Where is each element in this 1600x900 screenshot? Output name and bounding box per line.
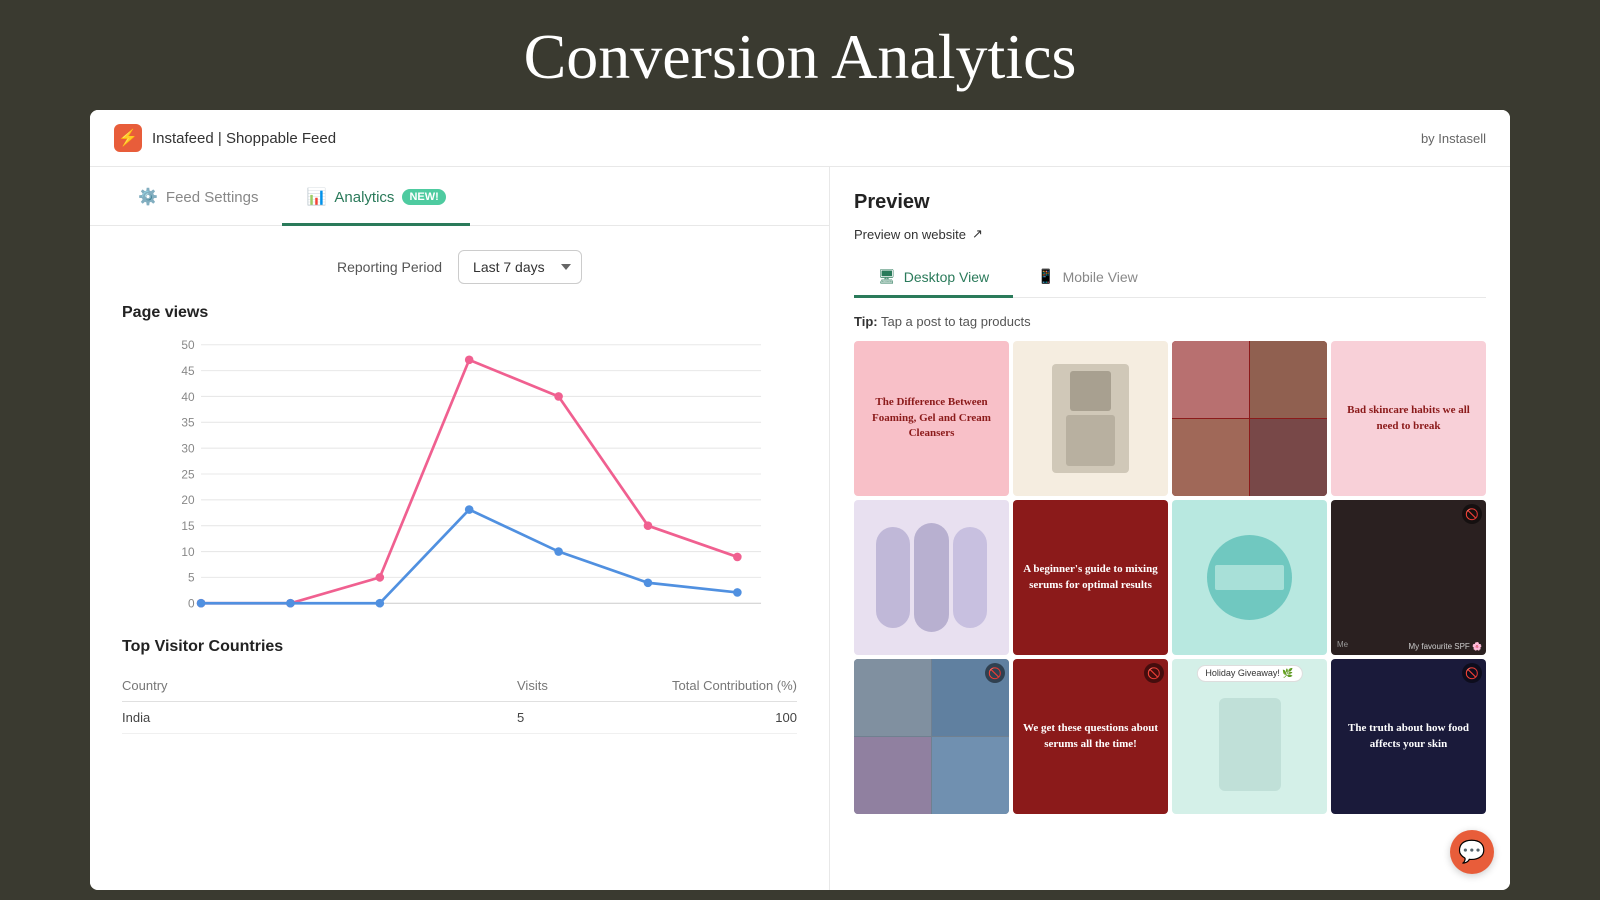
svg-text:50: 50 [181, 338, 195, 352]
desktop-icon: 🖥 [878, 268, 896, 285]
hide-icon-10[interactable]: 🚫 [1144, 663, 1164, 683]
col-contrib-header: Total Contribution (%) [637, 678, 797, 693]
grid-item-11[interactable]: Holiday Giveaway! 🌿 [1172, 659, 1327, 814]
svg-text:35: 35 [181, 416, 195, 430]
analytics-content: Reporting Period Last 7 days Last 30 day… [90, 226, 829, 890]
svg-text:45: 45 [181, 364, 195, 378]
preview-website-label: Preview on website [854, 227, 966, 242]
tabs-bar: ⚙️ Feed Settings 📊 Analytics NEW! [90, 167, 829, 226]
app-title: Instafeed | Shoppable Feed [152, 130, 336, 147]
svg-text:5: 5 [188, 571, 195, 585]
svg-text:10: 10 [181, 545, 195, 559]
country-cell: India [122, 710, 517, 725]
preview-image-grid: The Difference Between Foaming, Gel and … [854, 341, 1486, 814]
tip-content: Tap a post to tag products [881, 314, 1031, 329]
hide-icon-12[interactable]: 🚫 [1462, 663, 1482, 683]
preview-title: Preview [854, 191, 1486, 214]
reporting-period-label: Reporting Period [337, 259, 442, 275]
mobile-tab-label: Mobile View [1063, 269, 1138, 285]
app-container: ⚡ Instafeed | Shoppable Feed by Instasel… [90, 110, 1510, 890]
preview-tab-mobile[interactable]: 📱 Mobile View [1013, 258, 1162, 298]
grid-item-8[interactable]: Me My favourite SPF 🌸 🚫 [1331, 500, 1486, 655]
table-row: India 5 100 [122, 702, 797, 734]
top-countries-section: Top Visitor Countries Country Visits Tot… [122, 638, 797, 734]
grid-item-3[interactable] [1172, 341, 1327, 496]
tip-label: Tip: [854, 314, 878, 329]
hide-icon-9[interactable]: 🚫 [985, 663, 1005, 683]
right-panel: Preview Preview on website ↗ 🖥 Desktop V… [830, 167, 1510, 890]
grid-item-5[interactable] [854, 500, 1009, 655]
grid-item-7[interactable] [1172, 500, 1327, 655]
grid-item-6[interactable]: A beginner's guide to mixing serums for … [1013, 500, 1168, 655]
preview-website-link[interactable]: Preview on website ↗ [854, 226, 1486, 242]
chart-area: 50 45 40 35 30 25 20 15 10 5 0 [122, 334, 797, 614]
svg-text:15: 15 [181, 519, 195, 533]
contrib-cell: 100 [637, 710, 797, 725]
grid-item-12[interactable]: The truth about how food affects your sk… [1331, 659, 1486, 814]
top-countries-title: Top Visitor Countries [122, 638, 797, 656]
grid-item-9[interactable]: 🚫 [854, 659, 1009, 814]
chart-title: Page views [122, 304, 797, 322]
app-body: ⚙️ Feed Settings 📊 Analytics NEW! Report… [90, 167, 1510, 890]
tab-feed-settings-label: Feed Settings [166, 189, 259, 206]
page-title: Conversion Analytics [0, 0, 1600, 110]
svg-text:20: 20 [181, 493, 195, 507]
period-select[interactable]: Last 7 days Last 30 days Last 90 days [458, 250, 582, 284]
grid-item-10[interactable]: We get these questions about serums all … [1013, 659, 1168, 814]
svg-text:40: 40 [181, 390, 195, 404]
holiday-badge: Holiday Giveaway! 🌿 [1196, 665, 1302, 682]
left-panel: ⚙️ Feed Settings 📊 Analytics NEW! Report… [90, 167, 830, 890]
tip-text: Tip: Tap a post to tag products [854, 314, 1486, 329]
desktop-tab-label: Desktop View [904, 269, 989, 285]
chat-button[interactable]: 💬 [1450, 830, 1494, 874]
preview-tab-desktop[interactable]: 🖥 Desktop View [854, 258, 1013, 298]
grid-item-2[interactable] [1013, 341, 1168, 496]
svg-text:25: 25 [181, 467, 195, 481]
app-logo-icon: ⚡ [114, 124, 142, 152]
grid-item-1[interactable]: The Difference Between Foaming, Gel and … [854, 341, 1009, 496]
new-badge: NEW! [402, 189, 445, 205]
by-label: by Instasell [1421, 131, 1486, 146]
svg-text:30: 30 [181, 441, 195, 455]
visits-cell: 5 [517, 710, 637, 725]
settings-icon: ⚙️ [138, 187, 158, 207]
grid-item-4[interactable]: Bad skincare habits we all need to break [1331, 341, 1486, 496]
hide-icon-8[interactable]: 🚫 [1462, 504, 1482, 524]
table-header: Country Visits Total Contribution (%) [122, 670, 797, 702]
chart-svg: 50 45 40 35 30 25 20 15 10 5 0 [122, 334, 797, 614]
tab-analytics[interactable]: 📊 Analytics NEW! [282, 167, 469, 226]
col-country-header: Country [122, 678, 517, 693]
header-left: ⚡ Instafeed | Shoppable Feed [114, 124, 336, 152]
reporting-period-row: Reporting Period Last 7 days Last 30 day… [122, 250, 797, 284]
preview-tabs: 🖥 Desktop View 📱 Mobile View [854, 258, 1486, 298]
mobile-icon: 📱 [1037, 268, 1054, 285]
tab-feed-settings[interactable]: ⚙️ Feed Settings [114, 167, 282, 226]
external-link-icon: ↗ [972, 226, 983, 242]
pageviews-chart-section: Page views [122, 304, 797, 614]
svg-text:0: 0 [188, 597, 195, 611]
tab-analytics-label: Analytics [334, 189, 394, 206]
col-visits-header: Visits [517, 678, 637, 693]
app-header: ⚡ Instafeed | Shoppable Feed by Instasel… [90, 110, 1510, 167]
analytics-icon: 📊 [306, 187, 326, 207]
